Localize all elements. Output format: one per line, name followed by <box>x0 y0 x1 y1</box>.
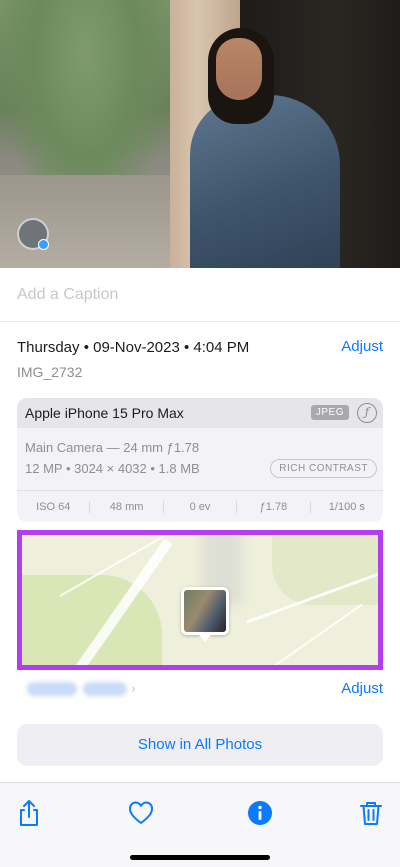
lens-info: Main Camera — 24 mm ƒ1.78 <box>25 440 200 455</box>
heart-icon[interactable] <box>127 799 155 827</box>
exif-row: ISO 64 48 mm 0 ev ƒ1.78 1/100 s <box>17 490 383 522</box>
camera-model: Apple iPhone 15 Pro Max <box>25 405 184 421</box>
photo-location-thumbnail <box>184 590 226 632</box>
chevron-right-icon: › <box>131 680 136 696</box>
adjust-date-button[interactable]: Adjust <box>341 338 383 355</box>
camera-info-card: Apple iPhone 15 Pro Max JPEG ƒ Main Came… <box>17 398 383 522</box>
exif-exposure: 0 ev <box>164 500 238 513</box>
location-name-redacted[interactable] <box>27 682 77 696</box>
trash-icon[interactable] <box>357 799 385 827</box>
camera-card-header: Apple iPhone 15 Pro Max JPEG ƒ <box>17 398 383 428</box>
exif-aperture: ƒ1.78 <box>237 500 311 513</box>
caption-field[interactable]: Add a Caption <box>0 268 400 322</box>
location-map[interactable] <box>17 530 383 670</box>
photographic-style-badge: RICH CONTRAST <box>270 459 377 478</box>
photo-subject-face <box>216 38 262 100</box>
image-specs: 12 MP • 3024 × 4032 • 1.8 MB <box>25 461 200 476</box>
photo-location-pin[interactable] <box>181 587 229 642</box>
photo-subject-body <box>190 95 340 268</box>
photo-filename: IMG_2732 <box>17 364 83 380</box>
photo-preview[interactable] <box>0 0 400 268</box>
info-icon[interactable] <box>246 799 274 827</box>
location-name-redacted[interactable] <box>83 682 127 696</box>
aperture-icon: ƒ <box>357 403 377 423</box>
map-road <box>271 603 363 665</box>
exif-focal-length: 48 mm <box>90 500 164 513</box>
location-row: › Adjust <box>17 678 383 700</box>
exif-shutter: 1/100 s <box>328 500 365 513</box>
map-field-area <box>272 535 378 605</box>
adjust-location-button[interactable]: Adjust <box>341 680 383 697</box>
photo-datetime: Thursday • 09-Nov-2023 • 4:04 PM <box>17 339 250 356</box>
exif-iso: ISO 64 <box>17 500 91 513</box>
people-badge[interactable] <box>17 218 49 250</box>
share-icon[interactable] <box>15 799 43 827</box>
home-indicator <box>130 855 270 860</box>
show-in-all-photos-button[interactable]: Show in All Photos <box>17 724 383 766</box>
caption-placeholder: Add a Caption <box>17 286 119 303</box>
info-panel: Thursday • 09-Nov-2023 • 4:04 PM Adjust … <box>0 322 400 782</box>
format-badge: JPEG <box>310 405 349 420</box>
